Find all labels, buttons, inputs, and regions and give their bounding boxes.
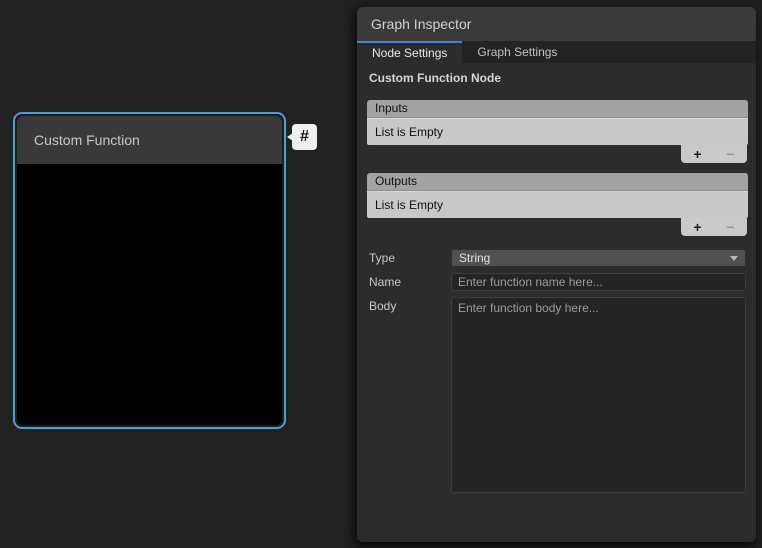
outputs-list-footer: + −: [681, 218, 747, 236]
type-dropdown-value: String: [459, 251, 490, 265]
inputs-list: Inputs List is Empty + −: [367, 100, 748, 163]
graph-inspector-panel: Graph Inspector Node Settings Graph Sett…: [357, 7, 756, 542]
inputs-list-header: Inputs: [367, 100, 748, 118]
inputs-remove-button[interactable]: −: [720, 146, 742, 162]
type-dropdown[interactable]: String: [451, 249, 746, 267]
tab-graph-settings-label: Graph Settings: [477, 45, 557, 59]
outputs-add-button[interactable]: +: [687, 219, 709, 235]
outputs-remove-button[interactable]: −: [720, 219, 742, 235]
minus-icon: −: [726, 146, 734, 162]
body-label: Body: [367, 297, 451, 313]
inputs-list-empty-row[interactable]: List is Empty: [367, 118, 748, 145]
node-header[interactable]: Custom Function: [17, 116, 282, 164]
type-label: Type: [367, 249, 451, 265]
outputs-list-empty-row[interactable]: List is Empty: [367, 191, 748, 218]
inspector-tabbar: Node Settings Graph Settings: [357, 41, 756, 63]
plus-icon: +: [693, 146, 701, 162]
node-title: Custom Function: [34, 132, 140, 148]
type-field-row: Type String: [367, 249, 748, 267]
inspector-content: Custom Function Node Inputs List is Empt…: [357, 63, 756, 493]
chevron-down-icon: [730, 256, 738, 261]
outputs-list: Outputs List is Empty + −: [367, 173, 748, 236]
inspector-title: Graph Inspector: [371, 16, 471, 32]
function-body-textarea[interactable]: [451, 297, 746, 493]
inputs-list-footer: + −: [681, 145, 747, 163]
name-field-row: Name: [367, 273, 748, 291]
custom-function-node[interactable]: Custom Function: [13, 112, 286, 429]
body-field-row: Body: [367, 297, 748, 493]
tab-node-settings-label: Node Settings: [372, 46, 447, 60]
outputs-list-header: Outputs: [367, 173, 748, 191]
node-settings-heading: Custom Function Node: [369, 71, 748, 85]
hash-badge-label: #: [300, 128, 309, 146]
function-fields: Type String Name Body: [367, 249, 748, 493]
minus-icon: −: [726, 219, 734, 235]
node-container: Custom Function: [17, 116, 282, 425]
plus-icon: +: [693, 219, 701, 235]
graph-canvas[interactable]: Custom Function #: [0, 0, 357, 548]
inspector-titlebar[interactable]: Graph Inspector: [357, 7, 756, 41]
inputs-add-button[interactable]: +: [687, 146, 709, 162]
node-preview-body: [17, 164, 282, 425]
function-name-input[interactable]: [451, 273, 746, 291]
name-label: Name: [367, 273, 451, 289]
tab-graph-settings[interactable]: Graph Settings: [462, 41, 572, 63]
tab-node-settings[interactable]: Node Settings: [357, 41, 462, 63]
node-hash-badge-icon[interactable]: #: [292, 124, 317, 150]
